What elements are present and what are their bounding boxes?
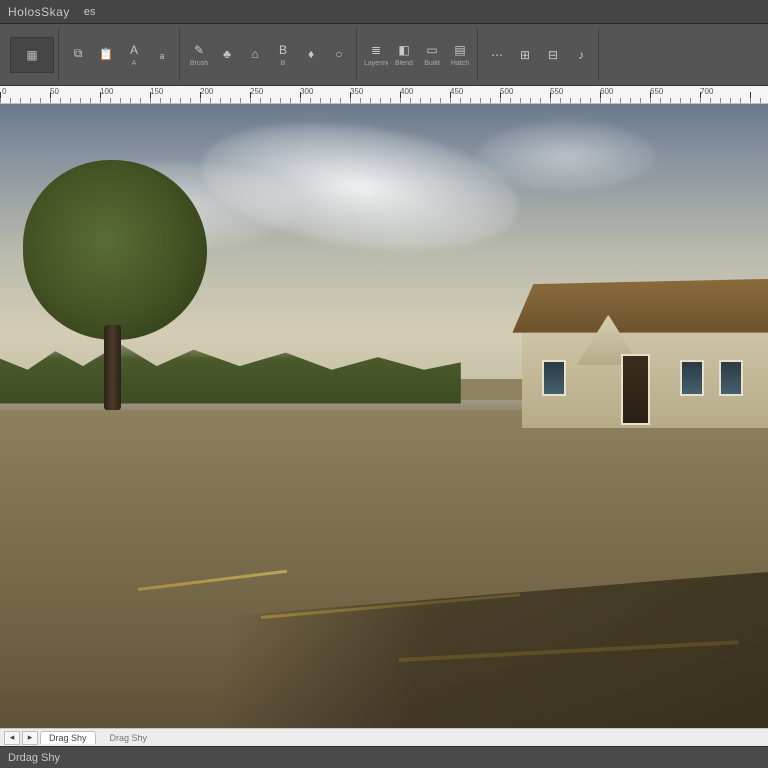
- ruler-tick: 600: [600, 87, 613, 96]
- status-text: Drdag Shy: [8, 752, 60, 764]
- app-title: HolosSkay: [8, 5, 70, 19]
- tool-group-clipboard: ⧉ 📋 A A ₐ: [61, 28, 180, 81]
- canvas-viewport[interactable]: [0, 104, 768, 728]
- ruler-tick: 450: [450, 87, 463, 96]
- note-button[interactable]: ♪: [568, 33, 594, 77]
- copy-button[interactable]: ⧉: [65, 33, 91, 77]
- tool-group-modify: ≣ Layering ◧ Blend ▭ Build ▤ Hatch: [359, 28, 478, 81]
- ruler-tick: 650: [650, 87, 663, 96]
- chevron-right-icon: ▸: [28, 732, 33, 743]
- ruler-tick: 150: [150, 87, 163, 96]
- minus-box-icon: ⊟: [545, 47, 561, 63]
- text-button[interactable]: A A: [121, 33, 147, 77]
- ruler-tick: 0: [2, 87, 6, 96]
- ruler-tick: 100: [100, 87, 113, 96]
- ruler-tick: 350: [350, 87, 363, 96]
- house-button[interactable]: ⌂: [242, 33, 268, 77]
- text-small-icon: ₐ: [154, 46, 170, 62]
- rendered-scene: [0, 104, 768, 728]
- menu-item[interactable]: es: [84, 6, 96, 18]
- menubar: HolosSkay es: [0, 0, 768, 24]
- tool-group-misc: ⋯ ⊞ ⊟ ♪: [480, 28, 599, 81]
- house-window: [719, 360, 744, 396]
- blend-button[interactable]: ◧ Blend: [391, 33, 417, 77]
- house-roof: [512, 279, 768, 333]
- copy-icon: ⧉: [70, 46, 86, 62]
- build-icon: ▭: [424, 42, 440, 58]
- ruler-tick: 50: [50, 87, 59, 96]
- layer-icon: ≣: [368, 42, 384, 58]
- text-small-button[interactable]: ₐ: [149, 33, 175, 77]
- layer-button[interactable]: ≣ Layering: [363, 33, 389, 77]
- tree-trunk: [104, 325, 121, 410]
- cloud: [476, 121, 656, 191]
- misc-1[interactable]: ⋯: [484, 33, 510, 77]
- text-icon: A: [126, 42, 142, 58]
- ruler-tick: 550: [550, 87, 563, 96]
- ruler-tick: 400: [400, 87, 413, 96]
- tab-next-button[interactable]: ▸: [22, 731, 38, 745]
- hatch-icon: ▤: [452, 42, 468, 58]
- build-button[interactable]: ▭ Build: [419, 33, 445, 77]
- tool-o1[interactable]: ○: [326, 33, 352, 77]
- circle-icon: ○: [331, 46, 347, 62]
- tree-crown: [23, 160, 207, 340]
- tab-secondary-label: Drag Shy: [110, 733, 148, 743]
- tab-prev-button[interactable]: ◂: [4, 731, 20, 745]
- tree-left: [23, 160, 207, 410]
- layout-tabstrip: ◂ ▸ Drag Shy Drag Shy: [0, 728, 768, 746]
- stone-house: [522, 279, 768, 429]
- app-window: HolosSkay es ▦ ⧉ 📋 A A ₐ: [0, 0, 768, 768]
- paste-icon: 📋: [98, 46, 114, 62]
- brush-icon: ✎: [191, 42, 207, 58]
- style-selector[interactable]: ▦: [10, 37, 54, 73]
- ruler-tick: 300: [300, 87, 313, 96]
- misc-3[interactable]: ⊟: [540, 33, 566, 77]
- tab-label: Drag Shy: [49, 733, 87, 743]
- ruler-tick: 500: [500, 87, 513, 96]
- tool-b1[interactable]: B B: [270, 33, 296, 77]
- brush-button[interactable]: ✎ Brush: [186, 33, 212, 77]
- horizontal-ruler[interactable]: 0 50 100 150 200 250 300 350 400 450 500…: [0, 86, 768, 104]
- plus-box-icon: ⊞: [517, 47, 533, 63]
- ruler-tick: 250: [250, 87, 263, 96]
- dots-icon: ⋯: [489, 47, 505, 63]
- lane-marking: [138, 570, 287, 591]
- tree-button[interactable]: ♣: [214, 33, 240, 77]
- note-icon: ♪: [573, 47, 589, 63]
- house-icon: ⌂: [247, 46, 263, 62]
- misc-2[interactable]: ⊞: [512, 33, 538, 77]
- tool-h1[interactable]: ♦: [298, 33, 324, 77]
- tool-group-draw: ✎ Brush ♣ ⌂ B B ♦ ○: [182, 28, 357, 81]
- grid-icon: ▦: [24, 47, 40, 63]
- hatch-button[interactable]: ▤ Hatch: [447, 33, 473, 77]
- layout-tab[interactable]: Drag Shy: [40, 731, 96, 744]
- paste-button[interactable]: 📋: [93, 33, 119, 77]
- diamond-icon: ♦: [303, 46, 319, 62]
- house-window: [680, 360, 705, 396]
- house-window: [542, 360, 567, 396]
- ruler-tick: 200: [200, 87, 213, 96]
- tool-group-selector: ▦: [6, 28, 59, 81]
- blend-icon: ◧: [396, 42, 412, 58]
- house-door: [621, 354, 650, 426]
- ribbon-toolbar: ▦ ⧉ 📋 A A ₐ ✎ Brush: [0, 24, 768, 86]
- tree-icon: ♣: [219, 46, 235, 62]
- status-bar: Drdag Shy: [0, 746, 768, 768]
- b-icon: B: [275, 42, 291, 58]
- ruler-tick: 700: [700, 87, 713, 96]
- chevron-left-icon: ◂: [10, 732, 15, 743]
